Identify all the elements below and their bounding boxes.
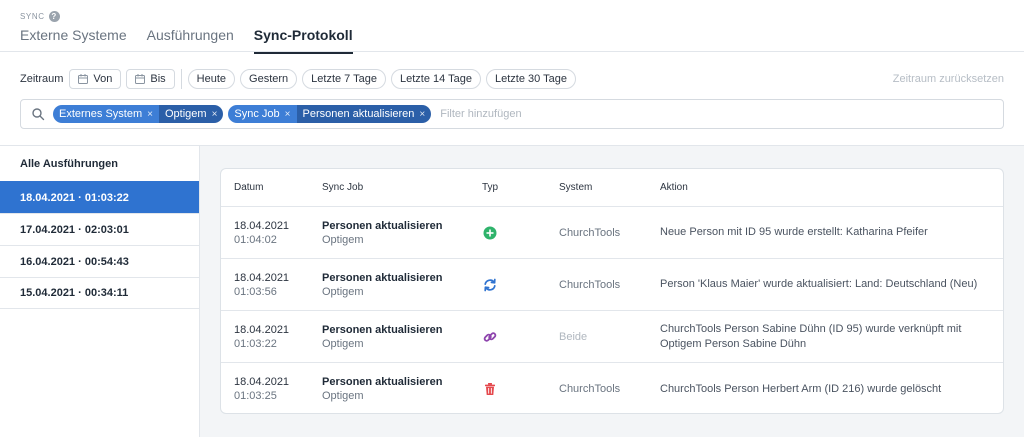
cell-datum: 18.04.2021 01:03:22 [234, 323, 290, 350]
divider [180, 69, 182, 89]
cell-typ [482, 382, 559, 396]
plus-circle-icon [483, 226, 497, 239]
to-date-button[interactable]: Bis [126, 69, 175, 89]
content-area: Alle Ausführungen 18.04.2021 · 01:03:22 … [0, 145, 1024, 437]
link-icon [483, 331, 497, 342]
cell-datum: 18.04.2021 01:04:02 [234, 219, 290, 246]
cell-system: ChurchTools [559, 383, 621, 395]
from-date-button[interactable]: Von [69, 69, 122, 89]
preset-yesterday-button[interactable]: Gestern [240, 69, 298, 89]
column-header-system: System [559, 182, 593, 193]
tab-sync-protokoll[interactable]: Sync-Protokoll [253, 27, 353, 54]
cell-aktion: ChurchTools Person Sabine Dühn (ID 95) w… [660, 322, 962, 350]
app-label-text: SYNC [20, 12, 45, 21]
log-panel: Datum Sync Job Typ System Aktion 18.04.2… [200, 146, 1024, 437]
cell-sync-job: Personen aktualisieren Optigem [322, 219, 443, 246]
column-header-typ: Typ [482, 182, 499, 193]
filter-search-bar[interactable]: Externes System × Optigem × Sync Job × Pers… [20, 99, 1004, 129]
table-row: 18.04.2021 01:03:25 Personen aktualisier… [221, 363, 1003, 413]
cell-typ [482, 330, 559, 344]
reset-date-button[interactable]: Zeitraum zurücksetzen [893, 73, 1004, 85]
sidebar-item-execution[interactable]: 17.04.2021 · 02:03:01 [0, 213, 199, 245]
filter-tag-externes-system: Externes System × Optigem × [53, 105, 224, 123]
cell-sync-job: Personen aktualisieren Optigem [322, 271, 443, 298]
calendar-icon [78, 74, 89, 84]
help-icon[interactable]: ? [48, 11, 60, 22]
remove-icon[interactable]: × [419, 109, 425, 120]
log-table: Datum Sync Job Typ System Aktion 18.04.2… [220, 168, 1004, 414]
tab-externe-systeme[interactable]: Externe Systeme [20, 27, 127, 54]
filter-tag-value: Optigem × [158, 105, 224, 123]
app-label: SYNC ? [20, 11, 60, 22]
cell-datum: 18.04.2021 01:03:56 [234, 271, 290, 298]
zeitraum-label: Zeitraum [20, 73, 64, 85]
cell-sync-job: Personen aktualisieren Optigem [322, 323, 443, 350]
table-header: Datum Sync Job Typ System Aktion [221, 169, 1003, 207]
cell-system: ChurchTools [559, 278, 621, 291]
trash-icon [485, 383, 495, 395]
sidebar-item-execution[interactable]: 15.04.2021 · 00:34:11 [0, 277, 199, 309]
sync-icon [484, 278, 496, 291]
filter-tag-sync-job: Sync Job × Personen aktualisieren × [228, 105, 432, 123]
sidebar-item-execution[interactable]: 18.04.2021 · 01:03:22 [0, 181, 199, 213]
preset-14-days-button[interactable]: Letzte 14 Tage [391, 69, 481, 89]
cell-sync-job: Personen aktualisieren Optigem [322, 376, 443, 402]
preset-30-days-button[interactable]: Letzte 30 Tage [485, 69, 576, 89]
sidebar-item-execution[interactable]: 16.04.2021 · 00:54:43 [0, 245, 199, 277]
to-date-label: Bis [150, 73, 166, 85]
date-filter-row: Zeitraum Von Bis Heute Gestern Letzte 7 … [20, 69, 1004, 89]
cell-system: ChurchTools [559, 226, 621, 239]
remove-icon[interactable]: × [147, 109, 153, 120]
filter-tag-value: Personen aktualisieren × [296, 105, 432, 123]
search-icon [32, 108, 45, 121]
filter-tag-key: Externes System × [53, 105, 159, 123]
cell-aktion: ChurchTools Person Herbert Arm (ID 216) … [660, 382, 942, 395]
cell-system: Beide [559, 330, 588, 343]
cell-aktion: Person 'Klaus Maier' wurde aktualisiert:… [660, 278, 978, 290]
from-date-label: Von [93, 73, 113, 85]
cell-typ [482, 278, 559, 292]
cell-typ [482, 226, 559, 240]
filter-tag-key: Sync Job × [228, 105, 297, 123]
column-header-sync-job: Sync Job [322, 182, 364, 193]
table-row: 18.04.2021 01:03:22 Personen aktualisier… [221, 311, 1003, 363]
add-filter-input[interactable] [440, 108, 741, 120]
remove-icon[interactable]: × [212, 109, 218, 120]
executions-sidebar: Alle Ausführungen 18.04.2021 · 01:03:22 … [0, 146, 200, 437]
tab-ausfuehrungen[interactable]: Ausführungen [147, 27, 234, 54]
remove-icon[interactable]: × [285, 109, 291, 120]
page-header: SYNC ? Externe Systeme Ausführungen Sync… [0, 0, 1024, 54]
tab-bar: Externe Systeme Ausführungen Sync-Protok… [20, 27, 353, 54]
table-row: 18.04.2021 01:03:56 Personen aktualisier… [221, 259, 1003, 311]
column-header-aktion: Aktion [660, 182, 688, 193]
cell-datum: 18.04.2021 01:03:25 [234, 376, 290, 402]
column-header-datum: Datum [234, 182, 264, 193]
preset-7-days-button[interactable]: Letzte 7 Tage [302, 69, 387, 89]
table-row: 18.04.2021 01:04:02 Personen aktualisier… [221, 207, 1003, 259]
calendar-icon [135, 74, 146, 84]
sidebar-heading[interactable]: Alle Ausführungen [0, 146, 199, 181]
cell-aktion: Neue Person mit ID 95 wurde erstellt: Ka… [660, 226, 928, 238]
preset-today-button[interactable]: Heute [187, 69, 236, 89]
